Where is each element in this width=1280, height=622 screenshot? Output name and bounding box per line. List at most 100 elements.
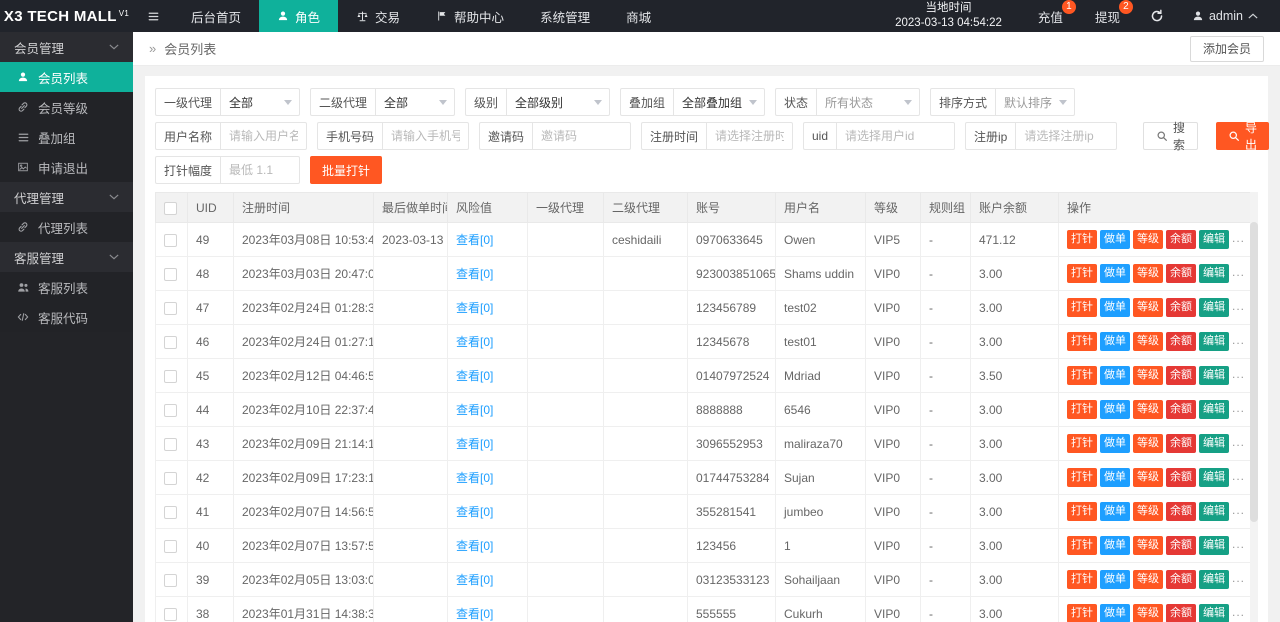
- nav-item[interactable]: 角色: [259, 0, 339, 32]
- more-actions[interactable]: ...: [1232, 571, 1245, 585]
- filter-input[interactable]: [837, 123, 954, 149]
- recharge-button[interactable]: 充值 1: [1022, 0, 1079, 32]
- row-action-inject[interactable]: 打针: [1067, 502, 1097, 521]
- row-action-balance[interactable]: 余额: [1166, 332, 1196, 351]
- withdraw-button[interactable]: 提现 2: [1079, 0, 1136, 32]
- row-action-level[interactable]: 等级: [1133, 502, 1163, 521]
- row-action-edit[interactable]: 编辑: [1199, 570, 1229, 589]
- filter-select[interactable]: 全部级别: [507, 89, 609, 115]
- more-actions[interactable]: ...: [1232, 605, 1245, 619]
- risk-view-link[interactable]: 查看[0]: [456, 471, 493, 485]
- row-action-order[interactable]: 做单: [1100, 536, 1130, 555]
- row-action-inject[interactable]: 打针: [1067, 434, 1097, 453]
- sidebar-item[interactable]: 会员列表: [0, 62, 133, 92]
- row-action-level[interactable]: 等级: [1133, 332, 1163, 351]
- more-actions[interactable]: ...: [1232, 367, 1245, 381]
- more-actions[interactable]: ...: [1232, 503, 1245, 517]
- row-action-order[interactable]: 做单: [1100, 332, 1130, 351]
- nav-item[interactable]: 后台首页: [173, 0, 259, 32]
- row-action-level[interactable]: 等级: [1133, 264, 1163, 283]
- row-action-balance[interactable]: 余额: [1166, 604, 1196, 622]
- row-action-edit[interactable]: 编辑: [1199, 366, 1229, 385]
- sidebar-item[interactable]: 叠加组: [0, 122, 133, 152]
- row-checkbox[interactable]: [164, 471, 177, 485]
- row-action-inject[interactable]: 打针: [1067, 332, 1097, 351]
- row-action-inject[interactable]: 打针: [1067, 230, 1097, 249]
- row-action-inject[interactable]: 打针: [1067, 604, 1097, 622]
- row-action-level[interactable]: 等级: [1133, 230, 1163, 249]
- hamburger-icon[interactable]: [133, 0, 173, 32]
- row-action-edit[interactable]: 编辑: [1199, 434, 1229, 453]
- table-scrollbar-thumb[interactable]: [1250, 222, 1258, 522]
- row-action-level[interactable]: 等级: [1133, 400, 1163, 419]
- row-checkbox[interactable]: [164, 369, 177, 383]
- row-action-balance[interactable]: 余额: [1166, 570, 1196, 589]
- row-action-balance[interactable]: 余额: [1166, 468, 1196, 487]
- filter-select[interactable]: 全部: [376, 89, 454, 115]
- row-action-balance[interactable]: 余额: [1166, 264, 1196, 283]
- row-checkbox[interactable]: [164, 403, 177, 417]
- risk-view-link[interactable]: 查看[0]: [456, 267, 493, 281]
- filter-input[interactable]: [707, 123, 792, 149]
- filter-input[interactable]: [1016, 123, 1116, 149]
- more-actions[interactable]: ...: [1232, 265, 1245, 279]
- user-menu[interactable]: admin: [1178, 9, 1272, 23]
- risk-view-link[interactable]: 查看[0]: [456, 573, 493, 587]
- row-action-order[interactable]: 做单: [1100, 230, 1130, 249]
- batch-inject-button[interactable]: 批量打针: [310, 156, 383, 184]
- row-action-order[interactable]: 做单: [1100, 604, 1130, 622]
- row-checkbox[interactable]: [164, 267, 177, 281]
- row-action-inject[interactable]: 打针: [1067, 366, 1097, 385]
- more-actions[interactable]: ...: [1232, 435, 1245, 449]
- row-checkbox[interactable]: [164, 607, 177, 621]
- nav-item[interactable]: 帮助中心: [418, 0, 522, 32]
- sidebar-group-header[interactable]: 客服管理: [0, 242, 133, 272]
- row-action-edit[interactable]: 编辑: [1199, 264, 1229, 283]
- row-action-edit[interactable]: 编辑: [1199, 298, 1229, 317]
- row-action-balance[interactable]: 余额: [1166, 366, 1196, 385]
- row-action-inject[interactable]: 打针: [1067, 264, 1097, 283]
- row-action-order[interactable]: 做单: [1100, 570, 1130, 589]
- filter-input[interactable]: [383, 123, 468, 149]
- row-action-balance[interactable]: 余额: [1166, 298, 1196, 317]
- export-button[interactable]: 导出: [1216, 121, 1270, 152]
- risk-view-link[interactable]: 查看[0]: [456, 233, 493, 247]
- row-action-balance[interactable]: 余额: [1166, 536, 1196, 555]
- row-checkbox[interactable]: [164, 505, 177, 519]
- filter-select[interactable]: 所有状态: [817, 89, 919, 115]
- inject-range-input[interactable]: [221, 157, 299, 183]
- row-action-level[interactable]: 等级: [1133, 604, 1163, 622]
- sidebar-item[interactable]: 客服列表: [0, 272, 133, 302]
- more-actions[interactable]: ...: [1232, 299, 1245, 313]
- row-action-balance[interactable]: 余额: [1166, 230, 1196, 249]
- refresh-icon[interactable]: [1136, 9, 1178, 23]
- row-checkbox[interactable]: [164, 233, 177, 247]
- row-action-level[interactable]: 等级: [1133, 536, 1163, 555]
- row-action-level[interactable]: 等级: [1133, 570, 1163, 589]
- nav-item[interactable]: 交易: [338, 0, 418, 32]
- row-action-inject[interactable]: 打针: [1067, 298, 1097, 317]
- search-button[interactable]: 搜索: [1143, 121, 1199, 152]
- row-action-order[interactable]: 做单: [1100, 298, 1130, 317]
- row-action-level[interactable]: 等级: [1133, 434, 1163, 453]
- risk-view-link[interactable]: 查看[0]: [456, 607, 493, 621]
- filter-input[interactable]: [533, 123, 630, 149]
- row-action-order[interactable]: 做单: [1100, 400, 1130, 419]
- row-action-balance[interactable]: 余额: [1166, 502, 1196, 521]
- nav-item[interactable]: 商城: [608, 0, 669, 32]
- sidebar-group-header[interactable]: 会员管理: [0, 32, 133, 62]
- more-actions[interactable]: ...: [1232, 469, 1245, 483]
- sidebar-group-header[interactable]: 代理管理: [0, 182, 133, 212]
- row-action-edit[interactable]: 编辑: [1199, 400, 1229, 419]
- table-scrollbar[interactable]: [1250, 192, 1258, 622]
- row-action-level[interactable]: 等级: [1133, 468, 1163, 487]
- add-member-button[interactable]: 添加会员: [1189, 35, 1264, 62]
- row-action-edit[interactable]: 编辑: [1199, 604, 1229, 622]
- row-action-edit[interactable]: 编辑: [1199, 230, 1229, 249]
- row-action-inject[interactable]: 打针: [1067, 400, 1097, 419]
- row-action-edit[interactable]: 编辑: [1199, 536, 1229, 555]
- row-action-order[interactable]: 做单: [1100, 502, 1130, 521]
- filter-input[interactable]: [221, 123, 306, 149]
- filter-select[interactable]: 默认排序: [996, 89, 1074, 115]
- sidebar-item[interactable]: 代理列表: [0, 212, 133, 242]
